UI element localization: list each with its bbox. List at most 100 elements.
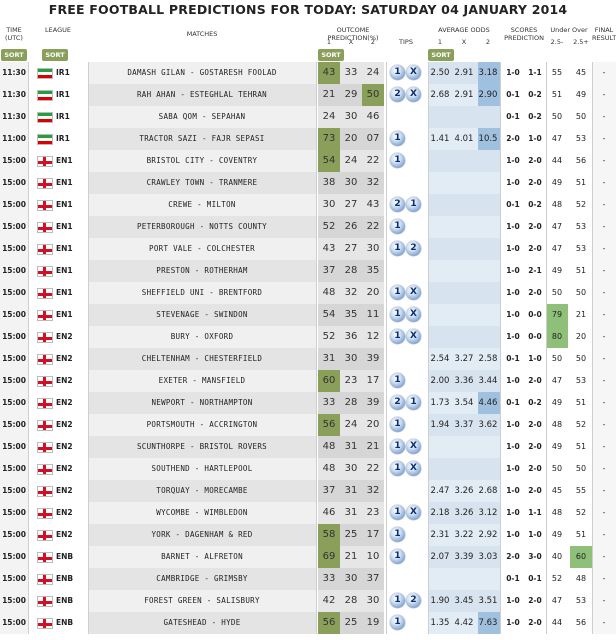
tips-cell bbox=[386, 172, 426, 194]
match-name[interactable]: YORK - DAGENHAM & RED bbox=[88, 524, 316, 546]
outcome-away: 50 bbox=[366, 89, 380, 100]
table-row[interactable]: 15:00 ENB CAMBRIDGE - GRIMSBY 33 30 37 0-1 0-1 5… bbox=[0, 568, 616, 590]
column-divider bbox=[500, 458, 501, 480]
header-matches: MATCHES bbox=[186, 30, 218, 38]
score-prediction-1: 1-0 bbox=[506, 332, 520, 341]
column-divider bbox=[88, 612, 89, 634]
match-name[interactable]: PORTSMOUTH - ACCRINGTON bbox=[88, 414, 316, 436]
odds-home bbox=[428, 260, 452, 282]
match-name[interactable]: SOUTHEND - HARTLEPOOL bbox=[88, 458, 316, 480]
table-row[interactable]: 15:00 EN1 CREWE - MILTON 30 27 43 2 1 0-1 0-2 48 52… bbox=[0, 194, 616, 216]
column-divider bbox=[592, 216, 593, 238]
match-name[interactable]: BRISTOL CITY - COVENTRY bbox=[88, 150, 316, 172]
match-name[interactable]: DAMASH GILAN - GOSTARESH FOOLAD bbox=[88, 62, 316, 84]
match-name[interactable]: PORT VALE - COLCHESTER bbox=[88, 238, 316, 260]
table-row[interactable]: 15:00 EN2 EXETER - MANSFIELD 60 23 17 1 2.00 3.3… bbox=[0, 370, 616, 392]
sort-league-button[interactable]: SORT bbox=[42, 49, 68, 61]
table-row[interactable]: 15:00 EN2 BURY - OXFORD 52 36 12 1 X 1-0 0-0 80 20- bbox=[0, 326, 616, 348]
match-name[interactable]: STEVENAGE - SWINDON bbox=[88, 304, 316, 326]
header-scores: SCORES PREDICTION bbox=[502, 26, 546, 42]
outcome-away: 22 bbox=[366, 463, 380, 474]
match-name[interactable]: TORQUAY - MORECAMBE bbox=[88, 480, 316, 502]
outcome-draw: 30 bbox=[344, 573, 358, 584]
odds-home bbox=[428, 194, 452, 216]
match-name[interactable]: CREWE - MILTON bbox=[88, 194, 316, 216]
match-name[interactable]: CRAWLEY TOWN - TRANMERE bbox=[88, 172, 316, 194]
odds-draw bbox=[452, 216, 476, 238]
odds-draw bbox=[452, 150, 476, 172]
table-row[interactable]: 11:30 IR1 SABA QOM - SEPAHAN 24 30 46 0-1 0-2 50… bbox=[0, 106, 616, 128]
table-row[interactable]: 15:00 EN2 YORK - DAGENHAM & RED 58 25 17 1 2.31… bbox=[0, 524, 616, 546]
tip-ball-icon: 1 bbox=[390, 527, 405, 542]
match-name[interactable]: RAH AHAN - ESTEGHLAL TEHRAN bbox=[88, 84, 316, 106]
sort-outcome-button[interactable]: SORT bbox=[318, 49, 344, 61]
match-name[interactable]: GATESHEAD - HYDE bbox=[88, 612, 316, 634]
league-cell: EN2 bbox=[28, 502, 88, 524]
match-name[interactable]: PRESTON - ROTHERHAM bbox=[88, 260, 316, 282]
table-row[interactable]: 11:00 IR1 TRACTOR SAZI - FAJR SEPASI 73 20 07… bbox=[0, 128, 616, 150]
table-row[interactable]: 11:30 IR1 RAH AHAN - ESTEGHLAL TEHRAN 21 29 5… bbox=[0, 84, 616, 106]
table-row[interactable]: 15:00 EN2 PORTSMOUTH - ACCRINGTON 56 24 20 1 1.… bbox=[0, 414, 616, 436]
outcome-away: 32 bbox=[366, 177, 380, 188]
column-divider bbox=[28, 62, 29, 84]
match-time: 15:00 bbox=[0, 392, 28, 414]
match-name[interactable]: CHELTENHAM - CHESTERFIELD bbox=[88, 348, 316, 370]
league-cell: EN2 bbox=[28, 458, 88, 480]
score-prediction-1: 1-0 bbox=[506, 596, 520, 605]
table-row[interactable]: 11:30 IR1 DAMASH GILAN - GOSTARESH FOOLAD 4… bbox=[0, 62, 616, 84]
table-row[interactable]: 15:00 EN1 SHEFFIELD UNI - BRENTFORD 48 32 20 1… bbox=[0, 282, 616, 304]
match-name[interactable]: SABA QOM - SEPAHAN bbox=[88, 106, 316, 128]
table-row[interactable]: 15:00 ENB BARNET - ALFRETON 69 21 10 1 2.07 3.39… bbox=[0, 546, 616, 568]
table-row[interactable]: 15:00 EN1 BRISTOL CITY - COVENTRY 54 24 22 1 1-… bbox=[0, 150, 616, 172]
table-row[interactable]: 15:00 EN2 CHELTENHAM - CHESTERFIELD 31 30 39 2… bbox=[0, 348, 616, 370]
match-name[interactable]: BURY - OXFORD bbox=[88, 326, 316, 348]
match-name[interactable]: SHEFFIELD UNI - BRENTFORD bbox=[88, 282, 316, 304]
match-name[interactable]: TRACTOR SAZI - FAJR SEPASI bbox=[88, 128, 316, 150]
match-name[interactable]: PETERBOROUGH - NOTTS COUNTY bbox=[88, 216, 316, 238]
column-divider bbox=[428, 370, 429, 392]
match-time: 15:00 bbox=[0, 216, 28, 238]
outcome-home: 43 bbox=[322, 243, 336, 254]
table-row[interactable]: 15:00 EN1 STEVENAGE - SWINDON 54 35 11 1 X 1-0 0-… bbox=[0, 304, 616, 326]
sort-odds-button[interactable]: SORT bbox=[428, 49, 454, 61]
under-2-5: 40 bbox=[551, 552, 563, 561]
column-divider bbox=[28, 238, 29, 260]
table-row[interactable]: 15:00 EN1 CRAWLEY TOWN - TRANMERE 38 30 32 1-0… bbox=[0, 172, 616, 194]
odds-draw: 3.26 bbox=[454, 486, 474, 496]
score-prediction-1: 2-0 bbox=[506, 552, 520, 561]
table-row[interactable]: 15:00 EN2 WYCOMBE - WIMBLEDON 46 31 23 1 X 2.18 3… bbox=[0, 502, 616, 524]
table-row[interactable]: 15:00 EN1 PETERBOROUGH - NOTTS COUNTY 52 26 2… bbox=[0, 216, 616, 238]
column-divider bbox=[386, 568, 387, 590]
table-row[interactable]: 15:00 EN2 SOUTHEND - HARTLEPOOL 48 30 22 1 X 1-0… bbox=[0, 458, 616, 480]
table-row[interactable]: 15:00 EN1 PRESTON - ROTHERHAM 37 28 35 1-0 2-1 4… bbox=[0, 260, 616, 282]
match-time: 11:30 bbox=[0, 106, 28, 128]
column-divider bbox=[546, 414, 547, 436]
score-prediction-1: 1-0 bbox=[506, 508, 520, 517]
league-cell: ENB bbox=[28, 568, 88, 590]
iran-flag-icon bbox=[37, 90, 53, 101]
table-row[interactable]: 15:00 EN2 SCUNTHORPE - BRISTOL ROVERS 48 31 2… bbox=[0, 436, 616, 458]
score-prediction-2: 2-0 bbox=[528, 442, 542, 451]
over-2-5: 20 bbox=[575, 332, 587, 341]
match-name[interactable]: WYCOMBE - WIMBLEDON bbox=[88, 502, 316, 524]
league-cell: EN2 bbox=[28, 370, 88, 392]
match-name[interactable]: CAMBRIDGE - GRIMSBY bbox=[88, 568, 316, 590]
score-prediction-1: 1-0 bbox=[506, 178, 520, 187]
column-divider bbox=[546, 370, 547, 392]
column-divider bbox=[500, 392, 501, 414]
match-name[interactable]: BARNET - ALFRETON bbox=[88, 546, 316, 568]
table-row[interactable]: 15:00 EN2 NEWPORT - NORTHAMPTON 33 28 39 2 1 1.7… bbox=[0, 392, 616, 414]
table-row[interactable]: 15:00 ENB GATESHEAD - HYDE 56 25 19 1 1.35 4.42 7… bbox=[0, 612, 616, 634]
match-name[interactable]: FOREST GREEN - SALISBURY bbox=[88, 590, 316, 612]
sort-time-button[interactable]: SORT bbox=[1, 49, 27, 61]
league-cell: EN2 bbox=[28, 326, 88, 348]
table-row[interactable]: 15:00 EN1 PORT VALE - COLCHESTER 43 27 30 1 2 1-… bbox=[0, 238, 616, 260]
match-time: 15:00 bbox=[0, 150, 28, 172]
column-divider bbox=[592, 304, 593, 326]
match-name[interactable]: EXETER - MANSFIELD bbox=[88, 370, 316, 392]
match-name[interactable]: SCUNTHORPE - BRISTOL ROVERS bbox=[88, 436, 316, 458]
table-row[interactable]: 15:00 ENB FOREST GREEN - SALISBURY 42 28 30 1 2… bbox=[0, 590, 616, 612]
match-time: 15:00 bbox=[0, 612, 28, 634]
match-name[interactable]: NEWPORT - NORTHAMPTON bbox=[88, 392, 316, 414]
table-row[interactable]: 15:00 EN2 TORQUAY - MORECAMBE 37 31 32 2.47 3.2… bbox=[0, 480, 616, 502]
